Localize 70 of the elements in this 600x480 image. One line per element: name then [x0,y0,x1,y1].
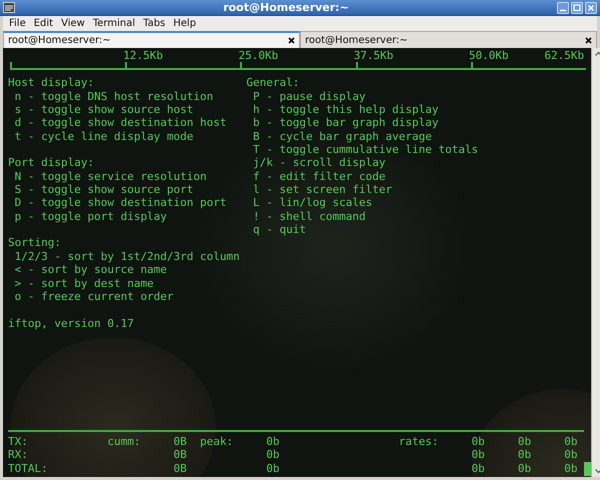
menu-item[interactable]: Help [169,18,200,29]
help-line: n - toggle DNS host resolution [14,90,214,104]
help-line: D - toggle show destination port [14,196,228,210]
stat-label: rates: [398,434,440,448]
stat-value: 0b [470,462,485,475]
maximize-button[interactable] [571,2,583,14]
close-icon[interactable] [585,36,592,44]
close-button[interactable] [585,2,597,14]
stat-value: 0b [516,462,532,475]
help-line: l - set screen filter [252,183,394,196]
stat-value: 0B [172,448,187,462]
menu-item[interactable]: Edit [30,18,58,29]
help-line: T - toggle cummulative line totals [252,143,478,156]
terminal-icon[interactable] [3,2,15,13]
section-heading: Host display: [8,76,96,90]
stat-value: 0B [172,434,187,448]
help-line: L - lin/log scales [252,196,374,210]
help-line: 1/2/3 - sort by 1st/2nd/3rd column [14,250,241,264]
menu-item[interactable]: View [57,18,89,29]
help-line: ! - shell command [252,210,367,224]
help-line: o - freeze current order [14,290,175,304]
stat-value: 0b [516,448,532,462]
help-line: h - toggle this help display [252,103,440,116]
scale-label: 37.5Kb [354,49,394,62]
stat-value: 0b [265,448,280,462]
help-line: t - cycle line display mode [14,130,194,144]
cursor-block [584,462,591,476]
stat-value: 0B [172,462,187,475]
menu-item[interactable]: Terminal [88,18,140,29]
version-text: iftop, version 0.17 [8,316,135,330]
help-line: > - sort by dest name [14,276,155,290]
stat-value: 0b [563,448,578,462]
scale-label: 12.5Kb [123,49,163,62]
stat-value: 0b [516,434,532,448]
terminal-tab[interactable]: root@Homeserver:~ [300,31,597,48]
section-heading: Sorting: [8,236,62,250]
window-title: root@Homeserver:~ [222,1,350,14]
section-heading: Port display: [8,156,96,170]
section-heading: General: [246,76,300,90]
stat-label: TX: [8,434,29,448]
stat-label: cumm: [107,434,142,448]
help-line: f - edit filter code [252,170,386,184]
stat-label: TOTAL: [8,462,49,475]
menu-item[interactable]: File [5,18,30,29]
stat-label: peak: [200,434,234,448]
help-line: N - toggle service resolution [14,170,208,184]
close-icon[interactable] [288,37,295,44]
help-line: B - cycle bar graph average [252,130,433,144]
help-line: j/k - scroll display [252,156,386,170]
help-line: s - toggle show source host [14,103,194,116]
scale-label: 50.0Kb [468,49,509,62]
stat-value: 0b [265,462,280,475]
scale-label: 25.0Kb [238,49,278,62]
stat-label: RX: [8,448,29,462]
minimize-button[interactable] [557,2,569,14]
menu-item[interactable]: Tabs [139,18,170,29]
help-line: P - pause display [252,90,367,104]
help-line: S - toggle show source port [14,183,194,196]
stat-value: 0b [563,462,578,475]
stat-value: 0b [265,434,280,448]
scale-label: 62.5Kb [544,49,584,62]
terminal-tab[interactable]: root@Homeserver:~ [3,31,300,48]
stat-value: 0b [470,434,485,448]
help-line: q - quit [252,223,307,236]
help-line: d - toggle show destination host [14,116,228,130]
help-line: p - toggle port display [14,210,168,224]
stat-value: 0b [470,448,485,462]
stat-value: 0b [563,434,578,448]
help-line: < - sort by source name [14,263,168,276]
help-line: b - toggle bar graph display [252,116,440,130]
